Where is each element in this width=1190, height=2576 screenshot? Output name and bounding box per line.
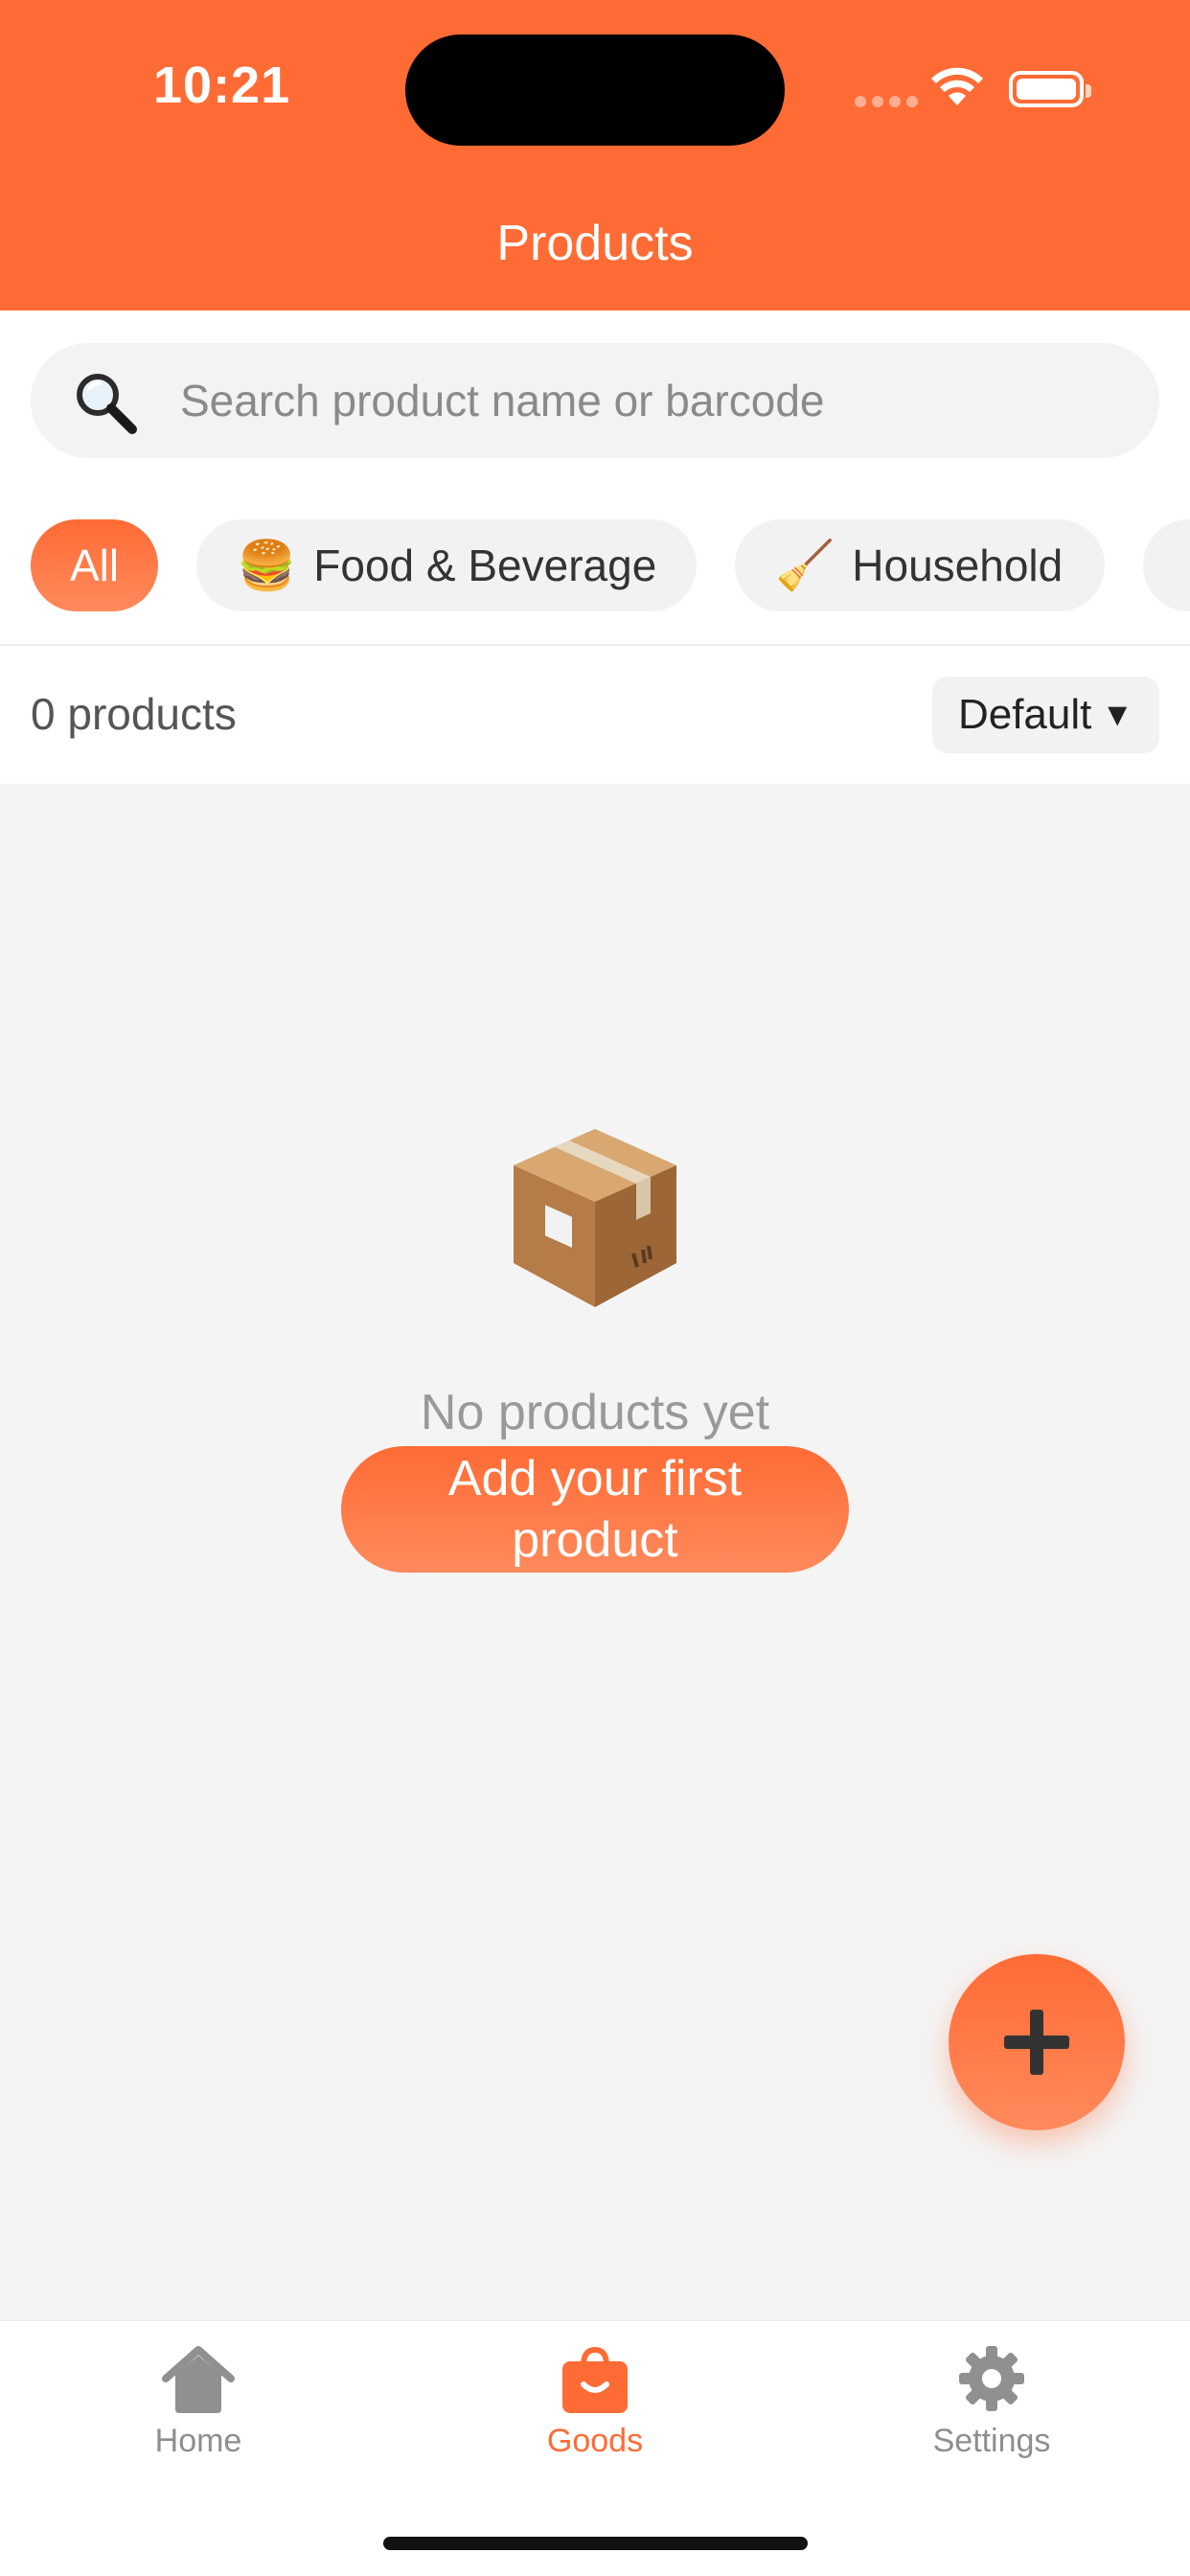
tab-goods[interactable]: Goods <box>397 2340 793 2484</box>
tab-label: Home <box>154 2423 242 2459</box>
chip-food-beverage[interactable]: 🍔 Food & Beverage <box>196 519 697 611</box>
caret-down-icon: ▼ <box>1101 696 1134 733</box>
plus-icon <box>1004 2010 1069 2075</box>
search-bar[interactable] <box>31 343 1159 458</box>
chip-label: All <box>69 540 120 590</box>
search-input[interactable] <box>180 343 1129 458</box>
tab-label: Goods <box>546 2423 644 2459</box>
wifi-icon <box>931 67 983 105</box>
tab-home[interactable]: Home <box>0 2340 397 2484</box>
broom-icon: 🧹 <box>775 538 835 592</box>
tab-label: Settings <box>932 2423 1051 2459</box>
battery-icon <box>1009 71 1091 107</box>
page-title: Products <box>496 216 694 271</box>
product-count: 0 products <box>31 689 237 739</box>
sort-label: Default <box>957 691 1092 738</box>
chip-label: Food & Beverage <box>313 540 657 590</box>
package-icon <box>514 1129 676 1307</box>
house-icon <box>162 2346 235 2413</box>
chip-household[interactable]: 🧹 Household <box>735 519 1105 611</box>
header: 10:21 Products <box>0 0 1190 310</box>
status-time: 10:21 <box>153 57 291 114</box>
products-screen: 10:21 Products All 🍔 Food & Bev <box>0 0 1190 2576</box>
sort-dropdown[interactable]: Default ▼ <box>932 677 1159 753</box>
gear-icon <box>959 2346 1024 2411</box>
empty-state-message: No products yet <box>420 1385 770 1440</box>
chip-label: Household <box>852 540 1064 590</box>
tab-settings[interactable]: Settings <box>793 2340 1190 2484</box>
home-indicator[interactable] <box>383 2537 808 2550</box>
cellular-signal-icon <box>855 96 918 107</box>
shopping-bag-icon <box>562 2346 628 2413</box>
category-chips: All 🍔 Food & Beverage 🧹 Household <box>31 519 1190 611</box>
chip-more[interactable] <box>1143 519 1190 611</box>
burger-icon: 🍔 <box>237 538 297 592</box>
add-first-product-button[interactable]: Add your first product <box>341 1446 849 1573</box>
divider <box>0 644 1190 646</box>
search-icon <box>77 374 137 434</box>
chip-all[interactable]: All <box>31 519 158 611</box>
dynamic-island <box>405 34 785 146</box>
add-product-fab[interactable] <box>949 1954 1125 2130</box>
